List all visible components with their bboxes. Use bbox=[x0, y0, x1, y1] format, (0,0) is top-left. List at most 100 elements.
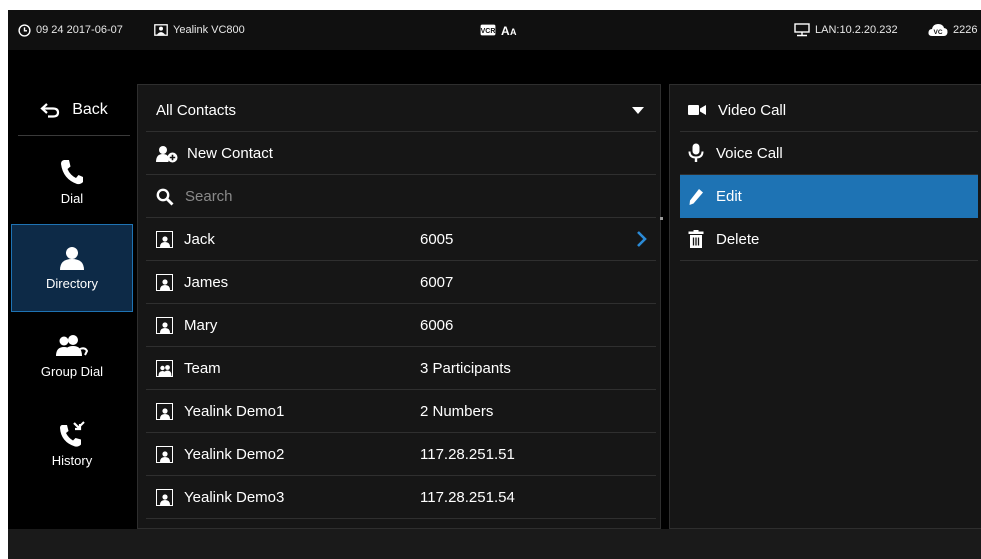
svg-text:VCR: VCR bbox=[481, 28, 496, 35]
filter-label: All Contacts bbox=[156, 102, 237, 119]
status-datetime: 09 24 2017-06-07 bbox=[18, 10, 123, 50]
vcr-icon: VCR bbox=[480, 24, 496, 36]
contact-detail: 6007 bbox=[420, 274, 454, 291]
contact-detail: 117.28.251.54 bbox=[420, 489, 515, 506]
vc-cloud-icon: VC bbox=[928, 24, 948, 36]
video-call-label: Video Call bbox=[718, 101, 787, 119]
clock-icon bbox=[18, 23, 31, 37]
search-input[interactable]: Search bbox=[146, 175, 656, 218]
new-contact-label: New Contact bbox=[187, 145, 273, 162]
contact-name-cell: Yealink Demo1 bbox=[156, 390, 284, 433]
contact-name: Team bbox=[184, 360, 221, 377]
person-icon bbox=[60, 246, 84, 270]
contact-person-icon bbox=[156, 231, 173, 248]
contacts-filter-dropdown[interactable]: All Contacts bbox=[146, 89, 656, 132]
network-icon bbox=[794, 23, 810, 37]
nav-item-directory[interactable]: Directory bbox=[11, 224, 133, 312]
contact-name-cell: Mary bbox=[156, 304, 217, 347]
contact-detail: 6005 bbox=[420, 231, 454, 248]
status-extension: VC 2226 bbox=[928, 10, 977, 50]
voice-call-label: Voice Call bbox=[716, 144, 783, 162]
contact-card-icon bbox=[154, 24, 168, 36]
new-contact-button[interactable]: New Contact bbox=[146, 132, 656, 175]
delete-button[interactable]: Delete bbox=[680, 218, 978, 261]
contact-person-icon bbox=[156, 317, 173, 334]
contact-name-cell: Jack bbox=[156, 218, 215, 261]
nav-history-label: History bbox=[51, 452, 93, 468]
contact-row-yealink-demo1[interactable]: Yealink Demo1 2 Numbers bbox=[146, 390, 656, 433]
contact-detail: 117.28.251.51 bbox=[420, 446, 515, 463]
contact-person-icon bbox=[156, 274, 173, 291]
delete-label: Delete bbox=[716, 230, 760, 248]
voice-call-button[interactable]: Voice Call bbox=[680, 132, 978, 175]
svg-text:A: A bbox=[510, 27, 517, 36]
call-history-icon bbox=[60, 420, 85, 447]
search-icon bbox=[156, 188, 174, 205]
contact-row-yealink-demo3[interactable]: Yealink Demo3 117.28.251.54 bbox=[146, 476, 656, 519]
contact-detail: 2 Numbers bbox=[420, 403, 494, 420]
scrollbar-indicator[interactable] bbox=[660, 217, 663, 220]
status-lan: LAN:10.2.20.232 bbox=[794, 10, 898, 50]
contact-row-yealink-demo2[interactable]: Yealink Demo2 117.28.251.51 bbox=[146, 433, 656, 476]
contact-actions-panel: Video Call Voice Call Edit Delete bbox=[669, 84, 981, 529]
trash-icon bbox=[688, 230, 704, 248]
nav-item-group-dial[interactable]: Group Dial bbox=[11, 312, 133, 400]
contact-person-icon bbox=[156, 489, 173, 506]
contact-name-cell: Yealink Demo2 bbox=[156, 433, 284, 476]
contact-detail: 3 Participants bbox=[420, 360, 511, 377]
status-bar: 09 24 2017-06-07 Yealink VC800 VCR AA LA… bbox=[8, 10, 981, 50]
bottom-bar bbox=[8, 529, 981, 559]
contact-name: James bbox=[184, 274, 229, 291]
phone-handset-icon bbox=[61, 159, 83, 184]
nav-item-dial[interactable]: Dial bbox=[11, 138, 133, 226]
edit-label: Edit bbox=[716, 188, 742, 205]
video-call-button[interactable]: Video Call bbox=[680, 89, 978, 132]
contact-name: Yealink Demo1 bbox=[184, 403, 285, 420]
extension-number: 2226 bbox=[953, 24, 978, 36]
status-device: Yealink VC800 bbox=[154, 10, 245, 50]
back-label: Back bbox=[72, 100, 108, 118]
contact-name: Yealink Demo3 bbox=[184, 489, 285, 506]
nav-dial-label: Dial bbox=[60, 190, 84, 206]
contact-name-cell: James bbox=[156, 261, 228, 304]
status-center-icons: VCR AA bbox=[480, 10, 526, 50]
contact-row-team[interactable]: Team 3 Participants bbox=[146, 347, 656, 390]
contact-name: Jack bbox=[184, 231, 215, 248]
contact-group-icon bbox=[156, 360, 173, 377]
vc800-screen: 09 24 2017-06-07 Yealink VC800 VCR AA LA… bbox=[8, 10, 981, 559]
add-contact-icon bbox=[156, 145, 178, 162]
search-field: Search bbox=[156, 175, 233, 218]
back-arrow-icon bbox=[40, 102, 60, 118]
contact-row-mary[interactable]: Mary 6006 bbox=[146, 304, 656, 347]
new-contact-item: New Contact bbox=[156, 132, 273, 175]
contact-name: Mary bbox=[184, 317, 218, 334]
edit-button[interactable]: Edit bbox=[680, 175, 978, 218]
text-size-icon: AA bbox=[501, 24, 517, 36]
back-button[interactable]: Back bbox=[18, 84, 130, 136]
svg-text:VC: VC bbox=[933, 29, 942, 36]
lan-ip: LAN:10.2.20.232 bbox=[815, 24, 898, 36]
datetime-text: 09 24 2017-06-07 bbox=[36, 24, 123, 36]
side-navigation: Back Dial Directory Group Dial History bbox=[8, 84, 137, 529]
nav-item-history[interactable]: History bbox=[11, 400, 133, 488]
contact-row-jack[interactable]: Jack 6005 bbox=[146, 218, 656, 261]
header-spacer bbox=[8, 50, 981, 84]
group-icon bbox=[56, 334, 88, 356]
pencil-icon bbox=[689, 188, 703, 205]
contact-name: Yealink Demo2 bbox=[184, 446, 285, 463]
nav-directory-label: Directory bbox=[45, 275, 98, 291]
microphone-icon bbox=[688, 143, 704, 162]
device-name: Yealink VC800 bbox=[173, 24, 245, 36]
contacts-panel: All Contacts New Contact Search Jack 600… bbox=[137, 84, 663, 529]
contact-person-icon bbox=[156, 446, 173, 463]
contact-person-icon bbox=[156, 403, 173, 420]
video-camera-icon bbox=[688, 105, 706, 115]
svg-text:A: A bbox=[501, 24, 510, 36]
chevron-right-icon bbox=[637, 231, 647, 247]
contact-detail: 6006 bbox=[420, 317, 454, 334]
contact-row-james[interactable]: James 6007 bbox=[146, 261, 656, 304]
nav-group-dial-label: Group Dial bbox=[40, 363, 104, 379]
search-placeholder: Search bbox=[185, 188, 233, 205]
contact-name-cell: Yealink Demo3 bbox=[156, 476, 284, 519]
dropdown-arrow-icon bbox=[632, 107, 644, 114]
